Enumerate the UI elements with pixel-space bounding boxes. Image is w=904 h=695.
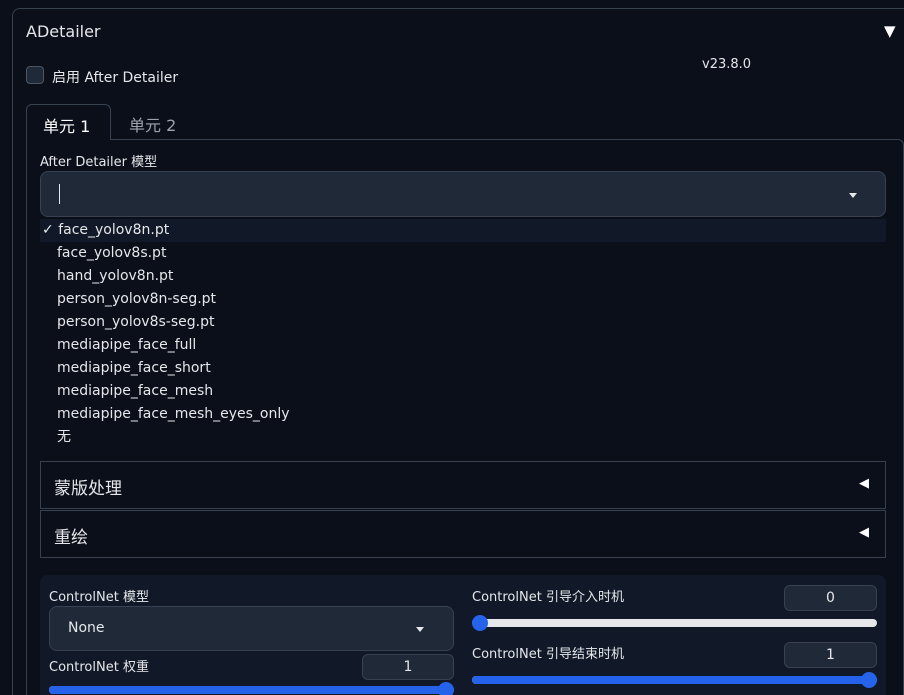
controlnet-start-slider[interactable] xyxy=(472,619,877,627)
controlnet-start-label: ControlNet 引导介入时机 xyxy=(472,590,624,605)
model-option[interactable]: mediapipe_face_mesh xyxy=(40,380,886,403)
enable-checkbox-label[interactable]: 启用 After Detailer xyxy=(52,67,178,87)
accordion-mask-processing[interactable]: 蒙版处理 ◀ xyxy=(40,461,886,509)
slider-thumb[interactable] xyxy=(472,615,488,631)
model-option[interactable]: mediapipe_face_mesh_eyes_only xyxy=(40,403,886,426)
tab-unit-2[interactable]: 单元 2 xyxy=(113,104,192,140)
accordion-label: 蒙版处理 xyxy=(54,479,122,499)
controlnet-weight-label: ControlNet 权重 xyxy=(49,660,149,675)
check-icon: ✓ xyxy=(42,222,54,238)
model-option[interactable]: ✓ face_yolov8n.pt xyxy=(40,219,886,242)
model-label: After Detailer 模型 xyxy=(40,155,158,170)
accordion-label: 重绘 xyxy=(54,528,88,548)
enable-checkbox[interactable] xyxy=(26,66,44,84)
slider-fill xyxy=(472,676,869,684)
model-option[interactable]: person_yolov8n-seg.pt xyxy=(40,288,886,311)
model-option[interactable]: person_yolov8s-seg.pt xyxy=(40,311,886,334)
accordion-inpaint[interactable]: 重绘 ◀ xyxy=(40,510,886,558)
slider-thumb[interactable] xyxy=(438,682,454,695)
chevron-down-icon xyxy=(416,627,424,632)
model-dropdown[interactable] xyxy=(40,171,886,217)
triangle-left-icon: ◀ xyxy=(859,525,869,540)
model-option[interactable]: face_yolov8s.pt xyxy=(40,242,886,265)
triangle-left-icon: ◀ xyxy=(859,476,869,491)
controlnet-weight-input[interactable]: 1 xyxy=(362,654,454,680)
controlnet-model-value: None xyxy=(68,620,105,636)
model-option[interactable]: mediapipe_face_full xyxy=(40,334,886,357)
chevron-down-icon xyxy=(849,193,857,198)
model-option[interactable]: mediapipe_face_short xyxy=(40,357,886,380)
model-option[interactable]: 无 xyxy=(40,426,886,449)
version-label: v23.8.0 xyxy=(702,57,752,72)
controlnet-start-input[interactable]: 0 xyxy=(784,585,877,611)
triangle-down-icon[interactable]: ▼ xyxy=(884,22,896,40)
tab-unit-1[interactable]: 单元 1 xyxy=(26,104,111,140)
slider-thumb[interactable] xyxy=(861,672,877,688)
text-cursor xyxy=(59,184,60,204)
slider-fill xyxy=(49,686,446,694)
model-option[interactable]: hand_yolov8n.pt xyxy=(40,265,886,288)
model-options-list: ✓ face_yolov8n.pt face_yolov8s.pt hand_y… xyxy=(40,219,886,450)
controlnet-model-label: ControlNet 模型 xyxy=(49,590,149,605)
controlnet-end-label: ControlNet 引导结束时机 xyxy=(472,647,624,662)
panel-title[interactable]: ADetailer xyxy=(26,22,101,41)
controlnet-model-dropdown[interactable]: None xyxy=(49,606,454,651)
controlnet-end-input[interactable]: 1 xyxy=(784,642,877,668)
